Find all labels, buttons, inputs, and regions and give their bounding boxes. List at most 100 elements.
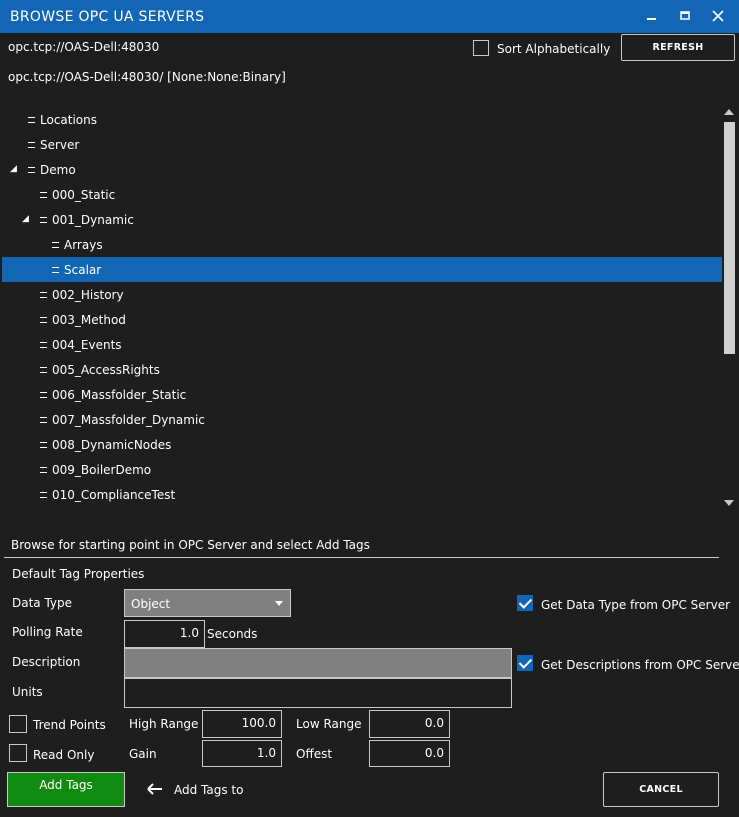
server-url: opc.tcp://OAS-Dell:48030: [8, 40, 160, 54]
get-data-type-checkbox[interactable]: [517, 595, 533, 611]
units-label: Units: [12, 685, 43, 699]
description-label: Description: [12, 655, 81, 669]
node-icon: [40, 392, 47, 398]
close-button[interactable]: [707, 6, 729, 26]
close-icon: [712, 10, 724, 22]
polling-rate-value: 1.0: [179, 626, 199, 640]
tree-item-label: Demo: [40, 163, 76, 177]
low-range-value: 0.0: [424, 716, 444, 730]
server-tree[interactable]: Locations Server ◢ Demo 000_Static ◢ 001_Dynam…: [2, 107, 722, 513]
data-type-value: Object: [131, 597, 171, 611]
divider: [4, 557, 719, 558]
tree-item[interactable]: Locations: [2, 107, 722, 132]
refresh-button[interactable]: REFRESH: [621, 34, 735, 61]
read-only-checkbox[interactable]: [9, 744, 27, 762]
node-icon: [28, 142, 35, 148]
sort-alphabetically-checkbox[interactable]: [473, 40, 489, 56]
data-type-label: Data Type: [12, 596, 73, 610]
tree-item-label: 003_Method: [52, 313, 126, 327]
tree-item-label: 006_Massfolder_Static: [52, 388, 187, 402]
node-icon: [52, 267, 59, 273]
expanded-arrow-icon[interactable]: ◢: [22, 214, 29, 224]
low-range-label: Low Range: [296, 717, 362, 731]
tree-item-label: Arrays: [64, 238, 103, 252]
trend-points-checkbox[interactable]: [9, 715, 27, 733]
high-range-value: 100.0: [241, 716, 276, 730]
scroll-down-icon[interactable]: [724, 500, 734, 506]
high-range-label: High Range: [129, 717, 199, 731]
get-data-type-label: Get Data Type from OPC Server: [541, 598, 731, 612]
tree-item-label: 002_History: [52, 288, 124, 302]
gain-input[interactable]: 1.0: [202, 740, 282, 767]
tree-item[interactable]: ◢ Demo: [2, 157, 722, 182]
node-icon: [40, 417, 47, 423]
maximize-button[interactable]: [674, 6, 696, 26]
get-descriptions-checkbox[interactable]: [517, 655, 533, 671]
tree-item[interactable]: 008_DynamicNodes: [2, 432, 722, 457]
tree-item[interactable]: ◢ 001_Dynamic: [2, 207, 722, 232]
node-icon: [52, 242, 59, 248]
node-icon: [40, 217, 47, 223]
tree-item[interactable]: 005_AccessRights: [2, 357, 722, 382]
node-icon: [40, 467, 47, 473]
high-range-input[interactable]: 100.0: [202, 710, 282, 738]
tree-item[interactable]: 000_Static: [2, 182, 722, 207]
get-descriptions-label: Get Descriptions from OPC Serve: [541, 658, 739, 672]
tree-item[interactable]: Arrays: [2, 232, 722, 257]
instructions-text: Browse for starting point in OPC Server …: [11, 538, 370, 552]
tree-item-label: 010_ComplianceTest: [52, 488, 176, 502]
tree-item-label: 009_BoilerDemo: [52, 463, 152, 477]
tree-item-label: 000_Static: [52, 188, 116, 202]
node-icon: [28, 117, 35, 123]
offset-label: Offest: [296, 747, 333, 761]
cancel-button-label: CANCEL: [639, 784, 683, 795]
polling-rate-input[interactable]: 1.0: [124, 620, 205, 648]
offset-input[interactable]: 0.0: [369, 740, 450, 767]
title-bar[interactable]: BROWSE OPC UA SERVERS: [0, 0, 739, 33]
tree-item[interactable]: 009_BoilerDemo: [2, 457, 722, 482]
cancel-button[interactable]: CANCEL: [603, 772, 719, 807]
add-tags-to-label[interactable]: Add Tags to: [174, 783, 243, 797]
minimize-button[interactable]: [641, 6, 663, 26]
node-icon: [40, 442, 47, 448]
tree-item[interactable]: Server: [2, 132, 722, 157]
tree-item[interactable]: 002_History: [2, 282, 722, 307]
tree-item-label: 004_Events: [52, 338, 122, 352]
tree-item-label: Locations: [40, 113, 98, 127]
default-tag-properties-title: Default Tag Properties: [12, 567, 145, 581]
server-endpoint: opc.tcp://OAS-Dell:48030/ [None:None:Bin…: [8, 70, 286, 84]
offset-value: 0.0: [424, 746, 444, 760]
description-input[interactable]: [124, 648, 512, 678]
tree-item-label: 008_DynamicNodes: [52, 438, 172, 452]
scrollbar-thumb[interactable]: [724, 122, 735, 354]
node-icon: [40, 492, 47, 498]
add-tags-button-label: Add Tags: [39, 778, 93, 792]
expanded-arrow-icon[interactable]: ◢: [10, 164, 17, 174]
node-icon: [28, 167, 35, 173]
polling-rate-label: Polling Rate: [12, 625, 83, 639]
units-input[interactable]: [124, 678, 512, 708]
polling-rate-unit: Seconds: [207, 627, 258, 641]
node-icon: [40, 292, 47, 298]
tree-item[interactable]: 010_ComplianceTest: [2, 482, 722, 507]
tree-item[interactable]: Scalar: [2, 257, 722, 282]
minimize-icon: [647, 18, 656, 20]
node-icon: [40, 367, 47, 373]
data-type-select[interactable]: Object: [124, 589, 291, 617]
tree-item[interactable]: 006_Massfolder_Static: [2, 382, 722, 407]
tree-item[interactable]: 004_Events: [2, 332, 722, 357]
read-only-label: Read Only: [33, 748, 95, 762]
low-range-input[interactable]: 0.0: [369, 710, 450, 738]
tree-item-label: Server: [40, 138, 80, 152]
add-tags-button[interactable]: Add Tags: [7, 772, 125, 807]
tree-item-label: 005_AccessRights: [52, 363, 160, 377]
browse-opc-ua-servers-window: BROWSE OPC UA SERVERS opc.tcp://OAS-Dell…: [0, 0, 739, 817]
tree-item[interactable]: 007_Massfolder_Dynamic: [2, 407, 722, 432]
gain-label: Gain: [129, 747, 157, 761]
scroll-up-icon[interactable]: [724, 109, 734, 115]
maximize-icon: [680, 11, 690, 20]
refresh-button-label: REFRESH: [652, 42, 704, 53]
tree-item[interactable]: 003_Method: [2, 307, 722, 332]
trend-points-label: Trend Points: [33, 718, 106, 732]
arrow-left-icon: [147, 783, 162, 795]
